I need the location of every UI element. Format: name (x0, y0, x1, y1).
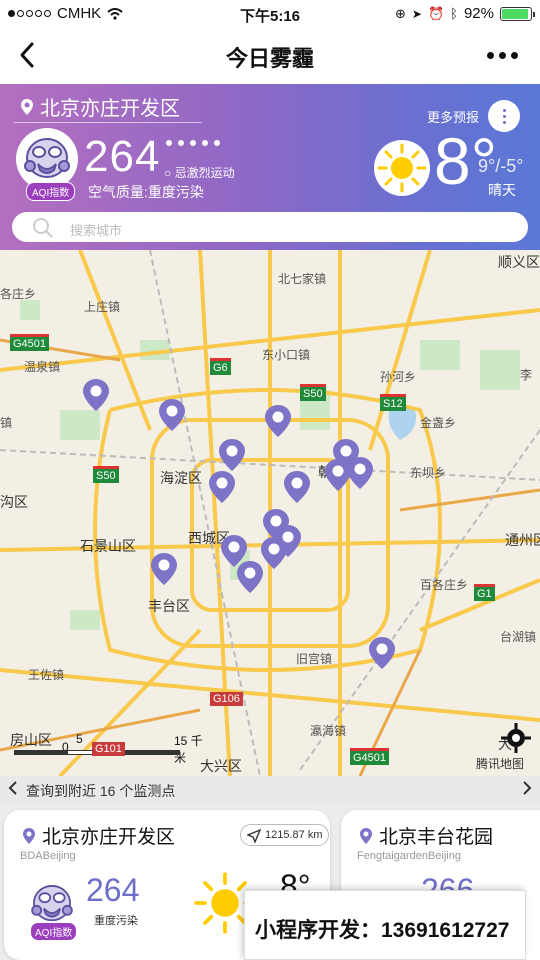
map-label: 王佐镇 (28, 668, 65, 682)
air-quality-label: 空气质量:重度污染 (88, 184, 204, 200)
caution-icon: ○ (164, 166, 175, 180)
aqi-value: 264 (84, 132, 161, 181)
chevron-right-icon[interactable] (522, 780, 532, 796)
map-label: 海淀区 (160, 470, 202, 486)
mask-avatar (16, 128, 78, 190)
search-input[interactable]: 搜索城市 (12, 212, 528, 242)
map-label: 孙河乡 (380, 370, 417, 384)
map-label: 顺义区 (498, 254, 540, 270)
distance-text: 1215.87 km (265, 829, 323, 841)
station-english: FengtaigardenBeijing (357, 850, 461, 862)
map-attribution: 腾讯地图 (476, 757, 525, 771)
search-placeholder: 搜索城市 (70, 223, 123, 238)
map-label: 东小口镇 (262, 348, 311, 362)
navigation-arrow-icon (247, 829, 261, 843)
station-quality: 重度污染 (94, 915, 138, 927)
aqi-tag: AQI指数 (26, 182, 76, 201)
locate-me-icon[interactable] (500, 722, 532, 754)
map-label: 通州区 (505, 532, 540, 548)
map-label: 北七家镇 (278, 272, 327, 286)
sun-icon (377, 143, 427, 193)
station-aqi: 264 (86, 872, 140, 908)
monitor-pin-icon[interactable] (368, 636, 396, 670)
current-location[interactable]: 北京亦庄开发区 (20, 92, 180, 121)
road-sign: S50 (93, 466, 119, 483)
location-arrow-icon: ➤ (411, 6, 422, 21)
advice-text: 忌激烈运动 (174, 166, 235, 180)
battery-percent: 92% (463, 5, 494, 22)
map-label: 李 (520, 368, 533, 382)
map-label: 台湖镇 (500, 630, 537, 644)
weather-condition: 晴天 (488, 182, 516, 198)
scale-fifteen: 15 千米 (174, 734, 203, 765)
map-label: 金盏乡 (420, 416, 457, 430)
air-quality-panel: 北京亦庄开发区 AQI指数 264 ○ 忌激烈运动 空气质量:重度污染 更多预报 (0, 84, 540, 250)
monitor-pin-icon[interactable] (208, 470, 236, 504)
monitor-pin-icon[interactable] (218, 438, 246, 472)
hazard-icons (164, 138, 224, 153)
search-icon (33, 218, 53, 238)
status-bar: CMHK 下午5:16 ⊕ ➤ ⏰ ᛒ 92% (0, 0, 540, 28)
map-label: 百各庄乡 (420, 578, 469, 592)
station-name-text: 北京丰台花园 (379, 827, 494, 848)
map-label: 石景山区 (80, 538, 136, 554)
distance-badge: 1215.87 km (240, 824, 330, 846)
road-sign: G4501 (350, 748, 390, 765)
chevron-left-icon[interactable] (8, 780, 18, 796)
nearby-count: 查询到附近 16 个监测点 (26, 783, 176, 799)
road-sign: G1 (474, 584, 495, 601)
health-advice: ○ 忌激烈运动 (164, 164, 235, 181)
station-name: 北京丰台花园 (359, 822, 493, 849)
map-label: 沟区 (0, 494, 28, 510)
location-name: 北京亦庄开发区 (40, 98, 180, 120)
map-label: 旧宫镇 (296, 652, 333, 666)
monitor-pin-icon[interactable] (283, 470, 311, 504)
monitor-pin-icon[interactable] (236, 560, 264, 594)
map-label: 东坝乡 (410, 466, 447, 480)
location-pin-icon (23, 827, 35, 844)
orientation-lock-icon: ⊕ (395, 5, 406, 21)
bluetooth-icon: ᛒ (450, 6, 458, 21)
road-sign: G4501 (10, 334, 50, 351)
station-name-text: 北京亦庄开发区 (42, 827, 176, 848)
aqi-tag: AQI指数 (30, 922, 78, 941)
location-pin-icon (360, 827, 372, 844)
monitor-pin-icon[interactable] (260, 536, 288, 570)
monitor-pin-icon[interactable] (150, 552, 178, 586)
promo-text: 小程序开发：13691612727 (255, 919, 510, 942)
station-name: 北京亦庄开发区 (22, 822, 175, 849)
status-right: ⊕ ➤ ⏰ ᛒ 92% (395, 5, 535, 22)
page-title: 今日雾霾 (225, 46, 314, 71)
road-sign: G6 (210, 358, 231, 375)
monitor-pin-icon[interactable] (158, 398, 186, 432)
ellipsis-icon[interactable] (487, 52, 518, 59)
gas-mask-icon (24, 138, 70, 178)
road-sign: G101 (92, 742, 125, 756)
nearby-bar: 查询到附近 16 个监测点 (0, 776, 540, 802)
nav-bar: 今日雾霾 (0, 28, 540, 84)
monitor-pin-icon[interactable] (82, 378, 110, 412)
scale-five: 5 (76, 732, 83, 746)
monitor-pin-icon[interactable] (264, 404, 292, 438)
map-label: 丰台区 (148, 598, 190, 614)
weather-avatar (374, 140, 430, 196)
map-label: 镇 (0, 416, 13, 430)
temperature-range: 9°/-5° (478, 156, 524, 176)
battery-icon (500, 6, 535, 21)
map-label: 上庄镇 (84, 300, 121, 314)
location-divider (14, 122, 202, 123)
map-label: 温泉镇 (24, 360, 61, 374)
map-view[interactable]: 顺义区 北七家镇 各庄乡 上庄镇 东小口镇 温泉镇 孙河乡 李 金盏乡 镇 海淀… (0, 250, 540, 776)
location-pin-icon (21, 98, 33, 115)
map-label: 瀛海镇 (310, 724, 347, 738)
map-label: 各庄乡 (0, 287, 37, 301)
station-english: BDABeijing (20, 850, 76, 862)
alarm-icon: ⏰ (427, 5, 445, 21)
road-sign: S50 (300, 384, 326, 401)
road-sign: S12 (380, 394, 406, 411)
biohazard-icons (166, 140, 220, 146)
monitor-pin-icon[interactable] (324, 458, 352, 492)
road-sign: G106 (210, 692, 243, 706)
promo-banner: 小程序开发：13691612727 (244, 890, 526, 960)
